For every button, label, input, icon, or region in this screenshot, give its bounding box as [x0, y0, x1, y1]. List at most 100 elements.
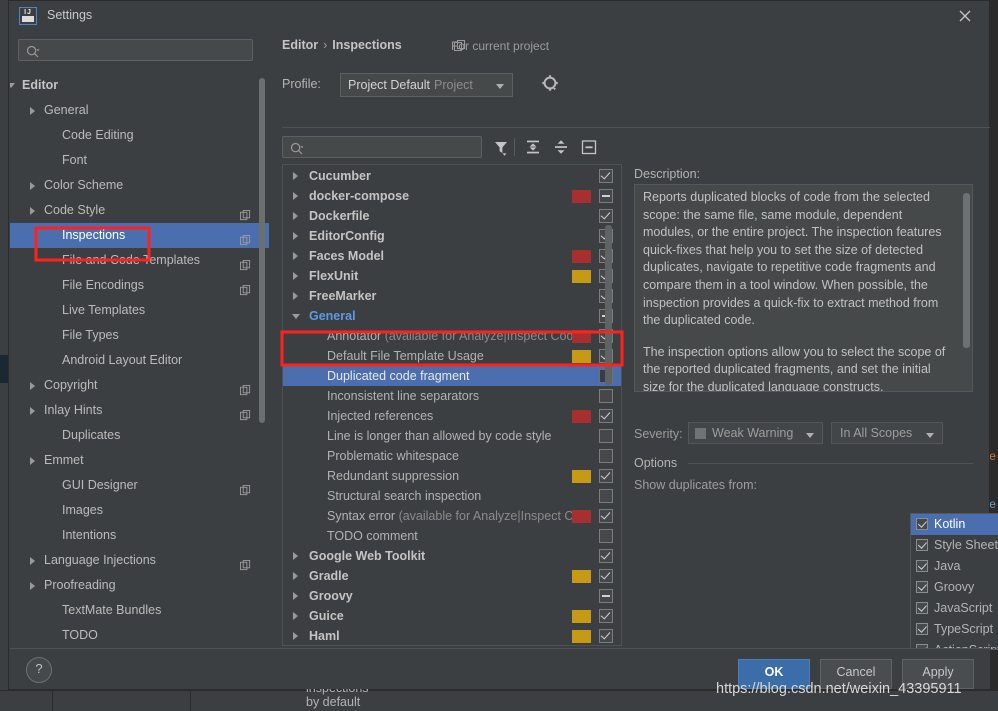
inspection-tree-scrollbar[interactable] — [605, 205, 612, 645]
sidebar-item-file-types[interactable]: File Types — [10, 323, 269, 348]
inspection-row[interactable]: Redundant suppression — [283, 466, 621, 486]
chevron-right-icon[interactable] — [293, 252, 298, 260]
sidebar-item-live-templates[interactable]: Live Templates — [10, 298, 269, 323]
language-checkbox[interactable] — [916, 518, 928, 530]
copy-settings-icon[interactable] — [240, 230, 251, 246]
sidebar-item-language-injections[interactable]: Language Injections — [10, 548, 269, 573]
language-list[interactable]: Kotlin Style Sheets Java Groovy JavaScript Ty… — [910, 513, 998, 650]
inspection-row[interactable]: Gradle — [283, 566, 621, 586]
sidebar-item-images[interactable]: Images — [10, 498, 269, 523]
expand-all-icon[interactable] — [522, 137, 544, 157]
inspection-row[interactable]: Cucumber — [283, 166, 621, 186]
copy-settings-icon[interactable] — [240, 280, 251, 296]
sidebar-item-file-and-code-templates[interactable]: File and Code Templates — [10, 248, 269, 273]
sidebar-item-gui-designer[interactable]: GUI Designer — [10, 473, 269, 498]
sidebar-item-inspections[interactable]: Inspections — [10, 223, 269, 248]
language-list-item[interactable]: Groovy — [911, 577, 998, 598]
inspection-row[interactable]: Annotator (available for Analyze|Inspect… — [283, 326, 621, 346]
inspection-row[interactable]: Duplicated code fragment — [283, 366, 621, 386]
sidebar-item-emmet[interactable]: Emmet — [10, 448, 269, 473]
sidebar-item-code-style[interactable]: Code Style — [10, 198, 269, 223]
chevron-right-icon[interactable] — [293, 612, 298, 620]
language-checkbox[interactable] — [916, 560, 928, 572]
sidebar-item-intentions[interactable]: Intentions — [10, 523, 269, 548]
sidebar-scrollbar-thumb[interactable] — [259, 78, 265, 423]
language-list-item[interactable]: Java — [911, 556, 998, 577]
chevron-down-icon[interactable] — [10, 83, 15, 88]
sidebar-item-file-encodings[interactable]: File Encodings — [10, 273, 269, 298]
help-button[interactable]: ? — [26, 657, 52, 683]
sidebar-item-color-scheme[interactable]: Color Scheme — [10, 173, 269, 198]
severity-combobox[interactable]: Weak Warning — [688, 422, 823, 444]
chevron-right-icon[interactable] — [293, 192, 298, 200]
inspection-row[interactable]: EditorConfig — [283, 226, 621, 246]
chevron-down-icon[interactable] — [292, 314, 300, 319]
inspection-tree-scrollbar-thumb[interactable] — [605, 225, 612, 385]
language-checkbox[interactable] — [916, 581, 928, 593]
sidebar-item-duplicates[interactable]: Duplicates — [10, 423, 269, 448]
inspection-row[interactable]: Structural search inspection — [283, 486, 621, 506]
inspection-row[interactable]: Line is longer than allowed by code styl… — [283, 426, 621, 446]
sidebar-item-todo[interactable]: TODO — [10, 623, 269, 648]
chevron-right-icon[interactable] — [293, 572, 298, 580]
copy-settings-icon[interactable] — [240, 480, 251, 496]
language-list-item[interactable]: TypeScript — [911, 619, 998, 640]
sidebar-item-editor[interactable]: Editor — [10, 73, 269, 98]
language-checkbox[interactable] — [916, 602, 928, 614]
language-list-item[interactable]: Kotlin — [911, 514, 998, 535]
inspection-row[interactable]: FreeMarker — [283, 286, 621, 306]
sidebar-search-input[interactable] — [18, 39, 253, 61]
chevron-right-icon[interactable] — [293, 552, 298, 560]
inspection-row[interactable]: Syntax error (available for Analyze|Insp… — [283, 506, 621, 526]
copy-settings-icon[interactable] — [240, 205, 251, 221]
sidebar-item-proofreading[interactable]: Proofreading — [10, 573, 269, 598]
chevron-right-icon[interactable] — [293, 212, 298, 220]
gear-icon[interactable] — [542, 75, 559, 95]
chevron-right-icon[interactable] — [293, 632, 298, 640]
show-only-enabled-icon[interactable] — [578, 137, 600, 157]
breadcrumb-root[interactable]: Editor — [282, 38, 318, 52]
copy-settings-icon[interactable] — [240, 405, 251, 421]
chevron-right-icon[interactable] — [293, 272, 298, 280]
chevron-right-icon[interactable] — [30, 407, 35, 415]
inspection-row[interactable]: Groovy — [283, 586, 621, 606]
description-scrollbar-thumb[interactable] — [963, 193, 970, 348]
inspection-tree[interactable]: Cucumber docker-compose Dockerfile EditorCo… — [282, 164, 622, 646]
sidebar-item-android-layout-editor[interactable]: Android Layout Editor — [10, 348, 269, 373]
chevron-right-icon[interactable] — [293, 172, 298, 180]
profile-combobox[interactable]: Project Default Project — [340, 73, 513, 97]
chevron-right-icon[interactable] — [293, 592, 298, 600]
language-list-item[interactable]: JavaScript — [911, 598, 998, 619]
inspection-row[interactable]: TODO comment — [283, 526, 621, 546]
inspection-row[interactable]: Injected references — [283, 406, 621, 426]
collapse-all-icon[interactable] — [550, 137, 572, 157]
inspection-search-input[interactable] — [282, 136, 482, 158]
sidebar-item-font[interactable]: Font — [10, 148, 269, 173]
inspection-row[interactable]: Google Web Toolkit — [283, 546, 621, 566]
chevron-right-icon[interactable] — [30, 557, 35, 565]
inspection-row[interactable]: Default File Template Usage — [283, 346, 621, 366]
sidebar-item-inlay-hints[interactable]: Inlay Hints — [10, 398, 269, 423]
sidebar-scrollbar[interactable] — [259, 73, 265, 651]
inspection-row[interactable]: Dockerfile — [283, 206, 621, 226]
chevron-right-icon[interactable] — [30, 457, 35, 465]
scope-combobox[interactable]: In All Scopes — [831, 422, 943, 444]
language-checkbox[interactable] — [916, 539, 928, 551]
close-icon[interactable] — [955, 6, 975, 26]
sidebar-item-textmate-bundles[interactable]: TextMate Bundles — [10, 598, 269, 623]
copy-settings-icon[interactable] — [240, 255, 251, 271]
chevron-right-icon[interactable] — [293, 292, 298, 300]
description-scrollbar[interactable] — [963, 187, 970, 391]
chevron-right-icon[interactable] — [30, 207, 35, 215]
inspection-row[interactable]: Inconsistent line separators — [283, 386, 621, 406]
copy-settings-icon[interactable] — [240, 555, 251, 571]
inspection-row[interactable]: Haml — [283, 626, 621, 645]
inspection-row[interactable]: General — [283, 306, 621, 326]
filter-icon[interactable] — [490, 137, 512, 157]
inspection-row[interactable]: docker-compose — [283, 186, 621, 206]
chevron-right-icon[interactable] — [30, 107, 35, 115]
inspection-row[interactable]: FlexUnit — [283, 266, 621, 286]
inspection-checkbox[interactable] — [599, 189, 613, 203]
inspection-row[interactable]: Problematic whitespace — [283, 446, 621, 466]
inspection-checkbox[interactable] — [599, 169, 613, 183]
